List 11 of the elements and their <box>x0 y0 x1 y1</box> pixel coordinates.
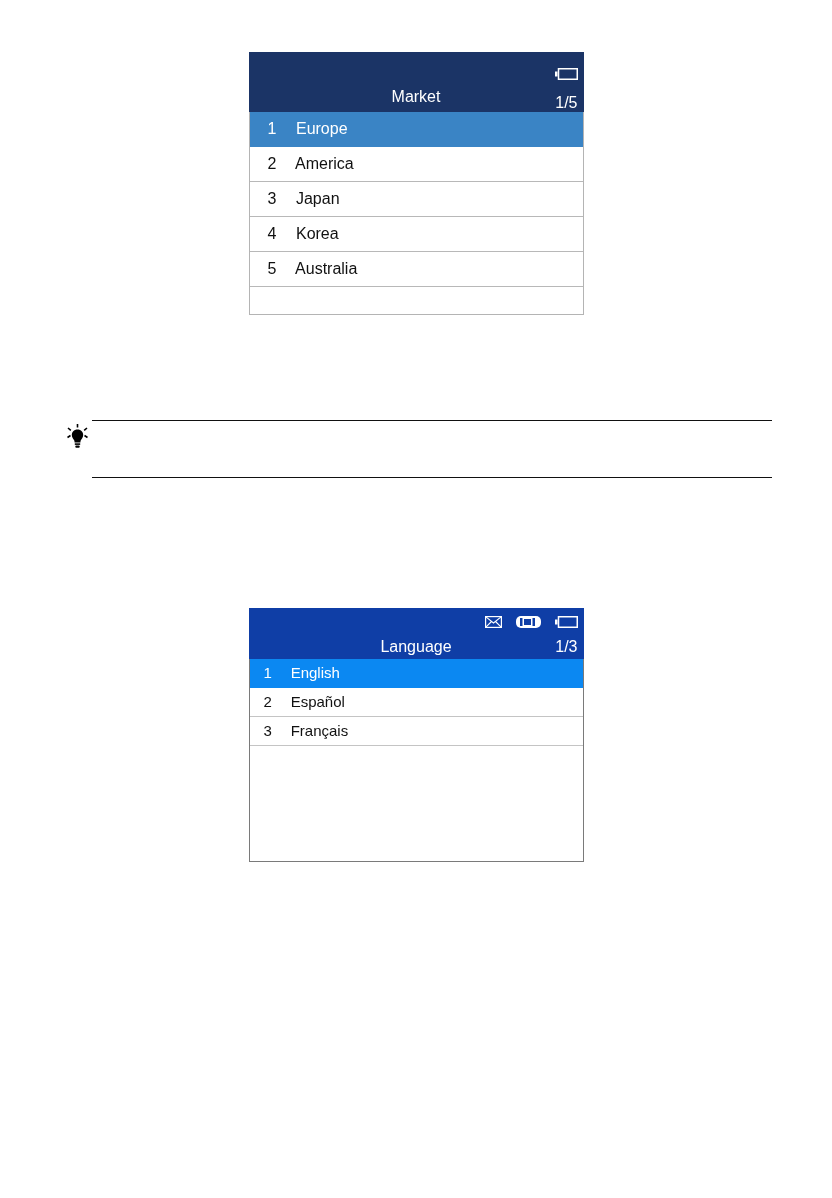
car-icon <box>515 616 541 628</box>
screen-title: Language <box>380 637 452 657</box>
battery-icon <box>554 68 578 80</box>
menu-item[interactable]: 1 English <box>249 659 583 688</box>
menu-item[interactable]: 1 Europe <box>249 112 583 147</box>
battery-icon <box>554 616 578 628</box>
page-counter: 1/3 <box>555 637 578 657</box>
page-counter: 1/5 <box>555 94 578 112</box>
lightbulb-icon <box>67 424 88 449</box>
mail-icon <box>484 616 502 628</box>
screen-title: Market <box>391 87 441 107</box>
